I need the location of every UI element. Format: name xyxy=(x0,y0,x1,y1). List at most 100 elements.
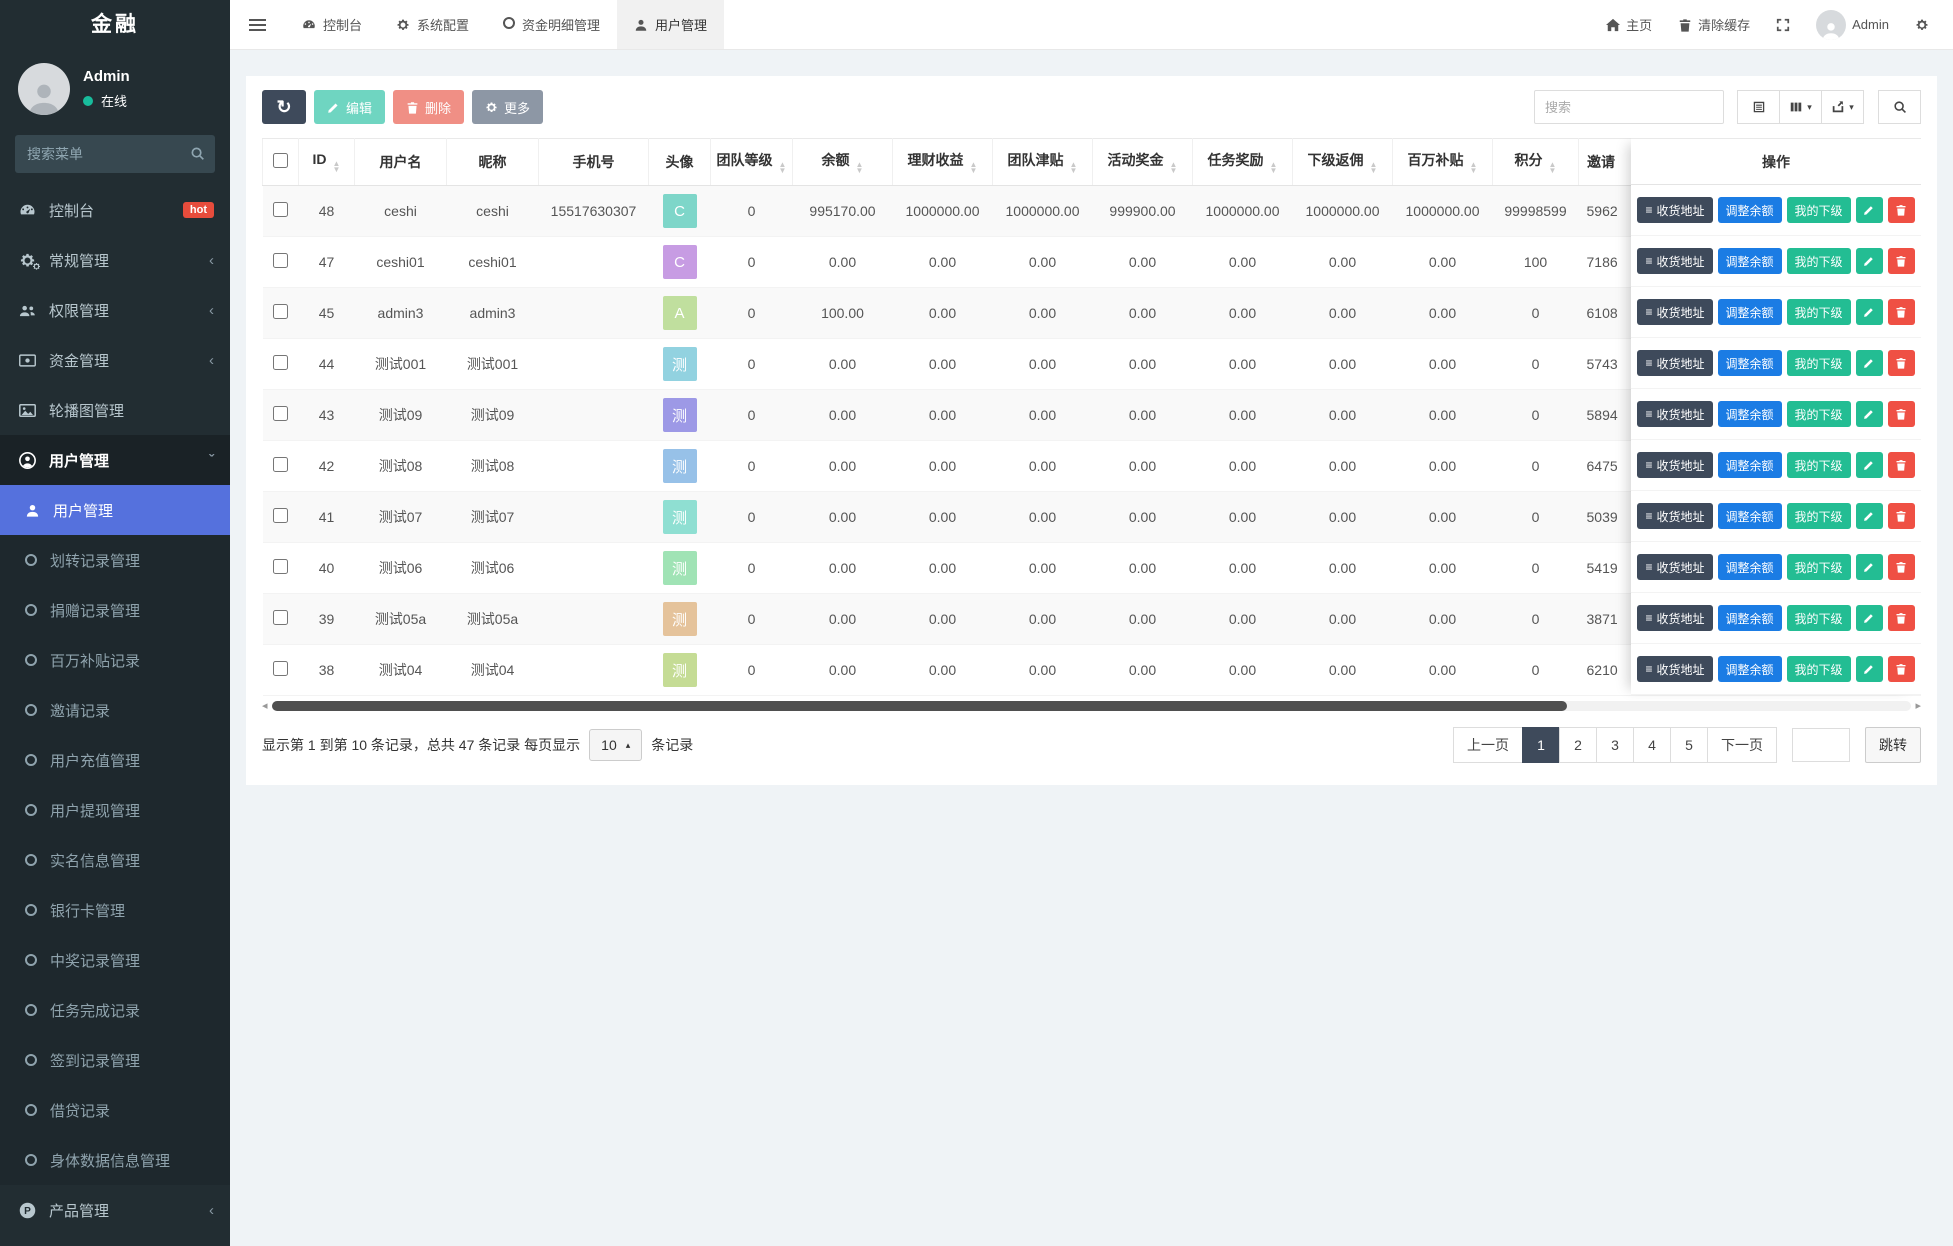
row-edit-button[interactable] xyxy=(1856,503,1883,529)
sidebar-subitem-百万补贴记录[interactable]: 百万补贴记录 xyxy=(0,635,230,685)
prev-page-button[interactable]: 上一页 xyxy=(1453,727,1523,763)
col-header-activity_bonus[interactable]: 活动奖金▲▼ xyxy=(1093,139,1193,186)
col-header-balance[interactable]: 余额▲▼ xyxy=(793,139,893,186)
address-button[interactable]: ≡收货地址 xyxy=(1637,656,1712,682)
subordinates-button[interactable]: 我的下级 xyxy=(1787,503,1851,529)
sort-icon[interactable]: ▲▼ xyxy=(1070,162,1078,174)
sidebar-subitem-中奖记录管理[interactable]: 中奖记录管理 xyxy=(0,935,230,985)
edit-button[interactable]: 编辑 xyxy=(314,90,385,124)
adjust-balance-button[interactable]: 调整余额 xyxy=(1718,452,1782,478)
scrollbar-thumb[interactable] xyxy=(272,701,1568,711)
sidebar-item-常规管理[interactable]: 常规管理‹ xyxy=(0,235,230,285)
row-edit-button[interactable] xyxy=(1856,452,1883,478)
sidebar-subitem-实名信息管理[interactable]: 实名信息管理 xyxy=(0,835,230,885)
sidebar-subitem-任务完成记录[interactable]: 任务完成记录 xyxy=(0,985,230,1035)
col-header-id[interactable]: ID▲▼ xyxy=(299,139,355,186)
subordinates-button[interactable]: 我的下级 xyxy=(1787,605,1851,631)
sidebar-item-权限管理[interactable]: 权限管理‹ xyxy=(0,285,230,335)
subordinates-button[interactable]: 我的下级 xyxy=(1787,401,1851,427)
row-checkbox[interactable] xyxy=(273,253,288,268)
col-header-points[interactable]: 积分▲▼ xyxy=(1493,139,1579,186)
sidebar-subitem-签到记录管理[interactable]: 签到记录管理 xyxy=(0,1035,230,1085)
sidebar-search-input[interactable] xyxy=(15,135,215,173)
subordinates-button[interactable]: 我的下级 xyxy=(1787,656,1851,682)
jump-button[interactable]: 跳转 xyxy=(1865,727,1921,763)
page-button-2[interactable]: 2 xyxy=(1559,727,1597,763)
settings-button[interactable] xyxy=(1915,18,1929,32)
sidebar-subitem-银行卡管理[interactable]: 银行卡管理 xyxy=(0,885,230,935)
sidebar-subitem-身体数据信息管理[interactable]: 身体数据信息管理 xyxy=(0,1135,230,1185)
row-delete-button[interactable] xyxy=(1888,197,1915,223)
scroll-left-icon[interactable]: ◂ xyxy=(262,701,268,712)
address-button[interactable]: ≡收货地址 xyxy=(1637,605,1712,631)
row-edit-button[interactable] xyxy=(1856,554,1883,580)
col-header-rebate[interactable]: 下级返佣▲▼ xyxy=(1293,139,1393,186)
row-checkbox[interactable] xyxy=(273,559,288,574)
page-size-select[interactable]: 10 ▴ xyxy=(589,729,642,761)
page-button-1[interactable]: 1 xyxy=(1522,727,1560,763)
row-checkbox[interactable] xyxy=(273,661,288,676)
refresh-button[interactable]: ↻ xyxy=(262,90,306,124)
row-delete-button[interactable] xyxy=(1888,452,1915,478)
sidebar-subitem-用户管理[interactable]: 用户管理 xyxy=(0,485,230,535)
clear-cache-link[interactable]: 清除缓存 xyxy=(1678,15,1750,34)
sidebar-subitem-用户充值管理[interactable]: 用户充值管理 xyxy=(0,735,230,785)
row-edit-button[interactable] xyxy=(1856,299,1883,325)
sidebar-subitem-借贷记录[interactable]: 借贷记录 xyxy=(0,1085,230,1135)
page-button-3[interactable]: 3 xyxy=(1596,727,1634,763)
row-edit-button[interactable] xyxy=(1856,401,1883,427)
subordinates-button[interactable]: 我的下级 xyxy=(1787,197,1851,223)
col-header-task_reward[interactable]: 任务奖励▲▼ xyxy=(1193,139,1293,186)
col-header-team_allowance[interactable]: 团队津贴▲▼ xyxy=(993,139,1093,186)
sidebar-item-产品管理[interactable]: P产品管理‹ xyxy=(0,1185,230,1235)
adjust-balance-button[interactable]: 调整余额 xyxy=(1718,554,1782,580)
sidebar-subitem-邀请记录[interactable]: 邀请记录 xyxy=(0,685,230,735)
detail-view-button[interactable] xyxy=(1737,90,1780,124)
row-delete-button[interactable] xyxy=(1888,350,1915,376)
subordinates-button[interactable]: 我的下级 xyxy=(1787,350,1851,376)
row-delete-button[interactable] xyxy=(1888,299,1915,325)
row-checkbox[interactable] xyxy=(273,355,288,370)
row-edit-button[interactable] xyxy=(1856,605,1883,631)
address-button[interactable]: ≡收货地址 xyxy=(1637,452,1712,478)
adjust-balance-button[interactable]: 调整余额 xyxy=(1718,656,1782,682)
row-edit-button[interactable] xyxy=(1856,197,1883,223)
account-menu[interactable]: Admin xyxy=(1816,10,1889,40)
row-edit-button[interactable] xyxy=(1856,656,1883,682)
table-search-input[interactable] xyxy=(1534,90,1724,124)
subordinates-button[interactable]: 我的下级 xyxy=(1787,299,1851,325)
sort-icon[interactable]: ▲▼ xyxy=(1470,162,1478,174)
sidebar-subitem-划转记录管理[interactable]: 划转记录管理 xyxy=(0,535,230,585)
row-checkbox[interactable] xyxy=(273,202,288,217)
row-delete-button[interactable] xyxy=(1888,503,1915,529)
col-header-team_level[interactable]: 团队等级▲▼ xyxy=(711,139,793,186)
tab-资金明细管理[interactable]: 资金明细管理 xyxy=(486,0,617,49)
address-button[interactable]: ≡收货地址 xyxy=(1637,248,1712,274)
adjust-balance-button[interactable]: 调整余额 xyxy=(1718,197,1782,223)
subordinates-button[interactable]: 我的下级 xyxy=(1787,554,1851,580)
scroll-right-icon[interactable]: ▸ xyxy=(1915,701,1921,712)
row-checkbox[interactable] xyxy=(273,457,288,472)
delete-button[interactable]: 删除 xyxy=(393,90,464,124)
row-delete-button[interactable] xyxy=(1888,401,1915,427)
adjust-balance-button[interactable]: 调整余额 xyxy=(1718,605,1782,631)
more-button[interactable]: 更多 xyxy=(472,90,543,124)
col-header-million_subsidy[interactable]: 百万补贴▲▼ xyxy=(1393,139,1493,186)
address-button[interactable]: ≡收货地址 xyxy=(1637,350,1712,376)
adjust-balance-button[interactable]: 调整余额 xyxy=(1718,248,1782,274)
adjust-balance-button[interactable]: 调整余额 xyxy=(1718,503,1782,529)
home-link[interactable]: 主页 xyxy=(1606,15,1652,34)
address-button[interactable]: ≡收货地址 xyxy=(1637,197,1712,223)
row-edit-button[interactable] xyxy=(1856,248,1883,274)
col-header-wealth_income[interactable]: 理财收益▲▼ xyxy=(893,139,993,186)
sort-icon[interactable]: ▲▼ xyxy=(1170,162,1178,174)
sort-icon[interactable]: ▲▼ xyxy=(1370,162,1378,174)
search-toggle-button[interactable] xyxy=(1878,90,1921,124)
row-delete-button[interactable] xyxy=(1888,656,1915,682)
row-checkbox[interactable] xyxy=(273,610,288,625)
sort-icon[interactable]: ▲▼ xyxy=(333,161,341,173)
export-button[interactable]: ▾ xyxy=(1821,90,1864,124)
sort-icon[interactable]: ▲▼ xyxy=(970,162,978,174)
columns-button[interactable]: ▾ xyxy=(1779,90,1822,124)
row-delete-button[interactable] xyxy=(1888,248,1915,274)
